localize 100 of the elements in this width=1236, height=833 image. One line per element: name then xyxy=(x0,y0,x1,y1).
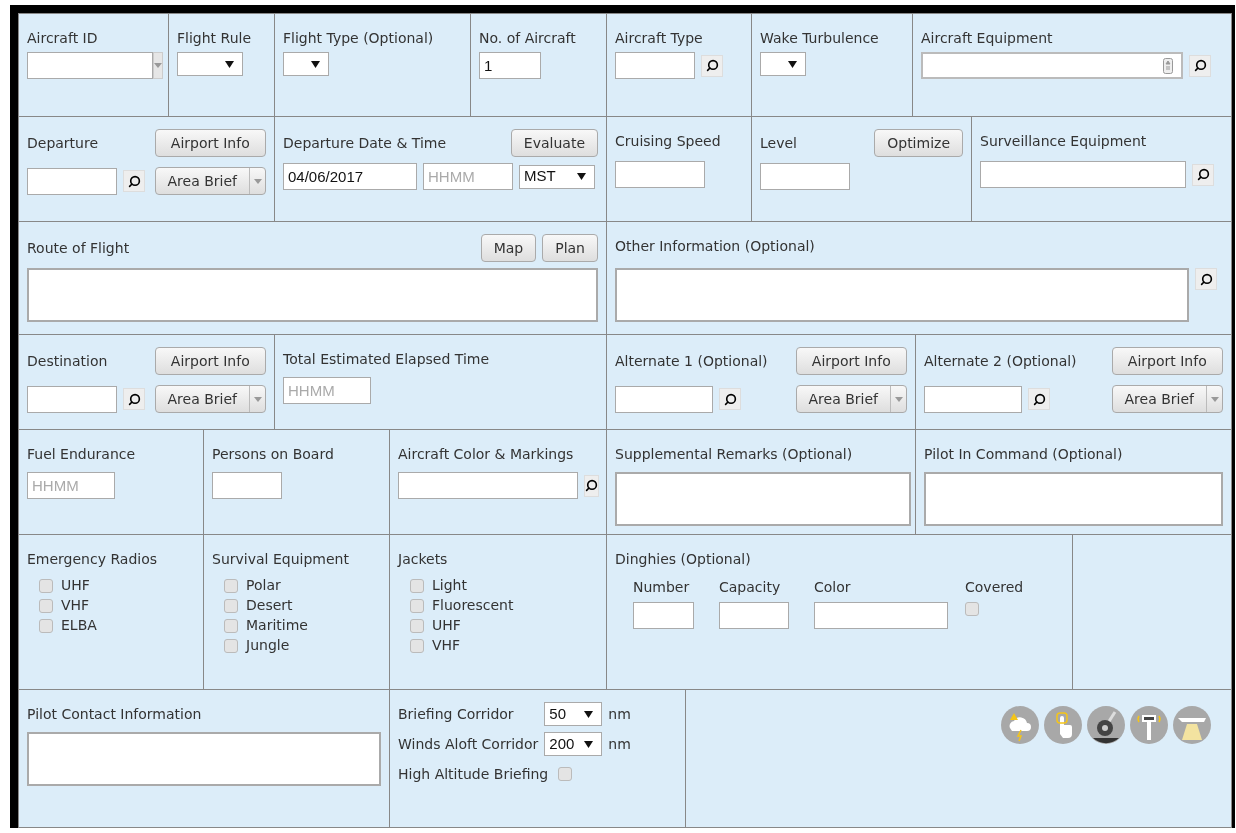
search-icon xyxy=(1032,392,1046,406)
field-label: No. of Aircraft xyxy=(479,30,576,46)
field-label: Alternate 1 (Optional) xyxy=(615,352,769,371)
input-field[interactable] xyxy=(980,161,1186,188)
wheel-icon[interactable] xyxy=(1087,706,1125,744)
input-field[interactable] xyxy=(212,472,282,499)
field-label: Flight Type (Optional) xyxy=(283,30,434,46)
field-label: Color xyxy=(814,579,852,596)
field-label: Destination xyxy=(27,352,109,371)
input-field[interactable] xyxy=(27,167,117,195)
input-field[interactable] xyxy=(27,385,117,413)
checkbox[interactable] xyxy=(224,618,238,633)
search-button[interactable] xyxy=(1192,163,1214,186)
control-tower-icon[interactable] xyxy=(1130,706,1168,744)
field-label: Aircraft Equipment xyxy=(921,30,1053,46)
action-button[interactable]: Airport Info xyxy=(795,347,907,375)
checkbox[interactable] xyxy=(39,598,53,613)
checkbox-label: UHF xyxy=(432,617,461,634)
area-brief-button[interactable]: Area Brief xyxy=(795,385,907,413)
hand-pointer-icon[interactable] xyxy=(1044,706,1082,744)
input-field[interactable] xyxy=(814,602,948,629)
combo-field[interactable] xyxy=(27,52,160,79)
checkbox[interactable] xyxy=(410,638,424,653)
area-brief-button[interactable]: Area Brief xyxy=(1111,385,1223,413)
input-field[interactable]: HHMM xyxy=(27,472,115,499)
search-icon xyxy=(127,174,141,188)
checkbox[interactable] xyxy=(410,598,424,613)
input-field[interactable] xyxy=(633,602,694,629)
search-icon xyxy=(127,392,141,406)
action-button[interactable]: Airport Info xyxy=(1111,347,1223,375)
field-label: Total Estimated Elapsed Time xyxy=(283,351,490,367)
caret-icon xyxy=(1210,396,1219,402)
field-label: Dinghies (Optional) xyxy=(615,551,751,567)
input-field[interactable] xyxy=(615,161,705,188)
checkbox-label: Maritime xyxy=(246,617,308,634)
checkbox[interactable] xyxy=(224,598,238,613)
search-icon xyxy=(1193,59,1207,72)
input-field[interactable] xyxy=(921,52,1183,79)
action-button[interactable]: Optimize xyxy=(874,129,963,157)
search-button[interactable] xyxy=(1195,268,1217,290)
search-icon xyxy=(723,392,737,406)
input-field[interactable] xyxy=(719,602,789,629)
field-label: Level xyxy=(760,134,798,153)
action-button[interactable]: Plan xyxy=(542,234,598,262)
input-field[interactable]: 1 xyxy=(479,52,541,79)
search-button[interactable] xyxy=(719,388,741,410)
action-button[interactable]: Map xyxy=(480,234,537,262)
action-button[interactable]: Airport Info xyxy=(154,129,266,157)
dropdown-select[interactable] xyxy=(283,52,329,76)
text-area[interactable] xyxy=(924,472,1223,526)
input-field[interactable] xyxy=(924,385,1022,413)
field-label: Cruising Speed xyxy=(615,133,721,149)
search-button[interactable] xyxy=(123,170,145,192)
search-button[interactable] xyxy=(1028,388,1050,410)
dropdown-select[interactable]: 50 xyxy=(544,702,603,726)
field-label: Surveillance Equipment xyxy=(980,133,1147,149)
checkbox[interactable] xyxy=(965,602,979,616)
search-button[interactable] xyxy=(123,388,145,410)
storm-cloud-icon[interactable] xyxy=(1001,706,1039,744)
input-field[interactable]: HHMM xyxy=(423,163,513,190)
area-brief-button[interactable]: Area Brief xyxy=(154,167,266,195)
field-label: Aircraft ID xyxy=(27,30,98,46)
search-icon xyxy=(585,479,598,492)
checkbox[interactable] xyxy=(558,767,573,781)
checkbox[interactable] xyxy=(224,638,238,653)
dropdown-select[interactable]: MST xyxy=(519,164,595,189)
action-button[interactable]: Evaluate xyxy=(510,129,598,157)
search-button[interactable] xyxy=(1189,54,1211,77)
caret-icon xyxy=(577,173,586,180)
area-brief-button[interactable]: Area Brief xyxy=(154,385,266,413)
text-area[interactable] xyxy=(27,732,381,786)
caret-icon xyxy=(253,178,262,184)
text-area[interactable] xyxy=(615,472,911,526)
checkbox[interactable] xyxy=(410,578,424,593)
field-label: Alternate 2 (Optional) xyxy=(924,352,1078,371)
field-label: Aircraft Color & Markings xyxy=(398,446,574,462)
input-field[interactable] xyxy=(615,385,713,413)
search-button[interactable] xyxy=(701,54,723,77)
dropdown-select[interactable] xyxy=(760,52,806,76)
search-button[interactable] xyxy=(584,474,599,497)
input-field[interactable] xyxy=(760,163,850,190)
field-label: Survival Equipment xyxy=(212,551,349,567)
text-area[interactable] xyxy=(27,268,598,322)
field-label: Fuel Endurance xyxy=(27,446,136,462)
field-label: Route of Flight xyxy=(27,240,130,256)
input-field[interactable]: 04/06/2017 xyxy=(283,163,417,190)
input-field[interactable] xyxy=(615,52,695,79)
checkbox-label: VHF xyxy=(432,637,461,654)
checkbox[interactable] xyxy=(39,578,53,593)
field-label: Covered xyxy=(965,579,1024,596)
input-field[interactable]: HHMM xyxy=(283,377,371,404)
spinner-icon xyxy=(1163,57,1173,74)
action-button[interactable]: Airport Info xyxy=(154,347,266,375)
checkbox[interactable] xyxy=(410,618,424,633)
dropdown-select[interactable]: 200 xyxy=(544,732,603,756)
checkbox[interactable] xyxy=(39,618,53,633)
checkbox[interactable] xyxy=(224,578,238,593)
checkbox-label: Fluorescent xyxy=(432,597,514,614)
text-area[interactable] xyxy=(615,268,1189,322)
input-field[interactable] xyxy=(398,472,578,499)
